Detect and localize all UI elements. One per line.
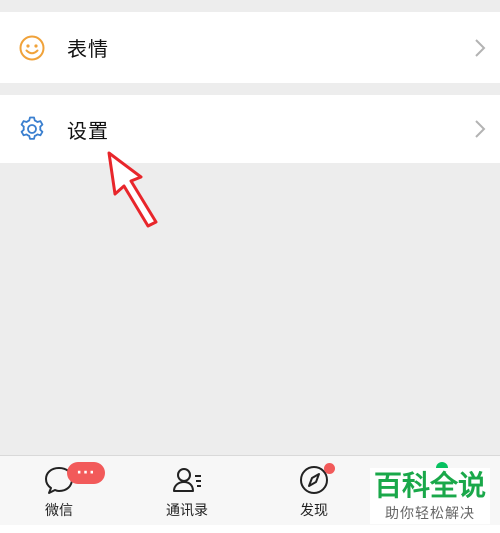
chevron-right-icon bbox=[475, 120, 486, 138]
menu-item-emoji[interactable]: 表情 bbox=[0, 12, 500, 83]
chats-badge: ··· bbox=[67, 462, 105, 484]
red-pointer-arrow-icon bbox=[107, 151, 158, 228]
menu-item-settings[interactable]: 设置 bbox=[0, 95, 500, 163]
contacts-icon bbox=[173, 468, 201, 492]
chevron-right-icon bbox=[475, 38, 486, 57]
discover-notification-dot bbox=[324, 463, 335, 474]
smile-icon bbox=[19, 35, 45, 60]
watermark-logo: 百科全说 助你轻松解决 bbox=[370, 468, 490, 524]
tab-chats-label: 微信 bbox=[45, 503, 73, 519]
tab-discover[interactable]: 发现 bbox=[259, 456, 369, 526]
watermark-title: 百科全说 bbox=[373, 469, 486, 502]
watermark-subtitle: 助你轻松解决 bbox=[385, 506, 475, 522]
menu-item-settings-label: 设置 bbox=[67, 118, 109, 143]
tab-contacts-label: 通讯录 bbox=[166, 503, 208, 519]
bottom-strip bbox=[0, 525, 500, 533]
tab-discover-label: 发现 bbox=[300, 503, 328, 519]
gear-icon bbox=[20, 116, 44, 140]
menu-item-emoji-label: 表情 bbox=[67, 37, 109, 61]
tab-contacts[interactable]: 通讯录 bbox=[132, 456, 242, 526]
